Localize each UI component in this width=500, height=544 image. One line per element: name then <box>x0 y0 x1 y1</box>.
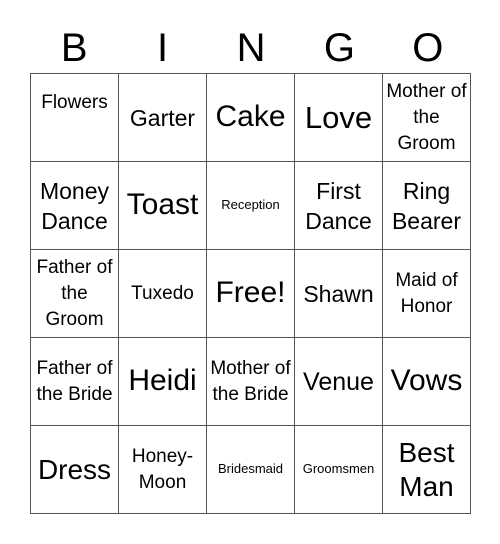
bingo-cell[interactable]: First Dance <box>295 162 383 250</box>
bingo-cell[interactable]: Toast <box>119 162 207 250</box>
bingo-cell[interactable]: Best Man <box>383 426 471 514</box>
bingo-cell[interactable]: Maid of Honor <box>383 250 471 338</box>
free-space-cell[interactable]: Free! <box>207 250 295 338</box>
bingo-cell[interactable]: Heidi <box>119 338 207 426</box>
bingo-header: B I N G O <box>30 22 472 74</box>
header-letter-n: N <box>236 26 266 70</box>
bingo-cell[interactable]: Shawn <box>295 250 383 338</box>
header-letter-b: B <box>60 26 88 70</box>
bingo-cell[interactable]: Love <box>295 74 383 162</box>
header-letter-i: I <box>157 26 169 70</box>
bingo-cell[interactable]: Honey-Moon <box>119 426 207 514</box>
bingo-cell[interactable]: Father of the Groom <box>31 250 119 338</box>
bingo-card-grid: Flowers Garter Cake Love Mother of the G… <box>30 73 471 514</box>
bingo-cell[interactable]: Mother of the Bride <box>207 338 295 426</box>
bingo-cell[interactable]: Reception <box>207 162 295 250</box>
bingo-cell[interactable]: Dress <box>31 426 119 514</box>
header-letter-o: O <box>412 26 444 70</box>
bingo-cell[interactable]: Tuxedo <box>119 250 207 338</box>
bingo-cell[interactable]: Garter <box>119 74 207 162</box>
bingo-cell[interactable]: Mother of the Groom <box>383 74 471 162</box>
bingo-cell[interactable]: Venue <box>295 338 383 426</box>
bingo-cell[interactable]: Bridesmaid <box>207 426 295 514</box>
bingo-cell[interactable]: Ring Bearer <box>383 162 471 250</box>
bingo-cell[interactable]: Money Dance <box>31 162 119 250</box>
bingo-cell[interactable]: Flowers <box>31 74 119 162</box>
bingo-cell[interactable]: Father of the Bride <box>31 338 119 426</box>
header-letter-g: G <box>323 26 355 70</box>
bingo-cell[interactable]: Cake <box>207 74 295 162</box>
bingo-cell[interactable]: Vows <box>383 338 471 426</box>
bingo-cell[interactable]: Groomsmen <box>295 426 383 514</box>
